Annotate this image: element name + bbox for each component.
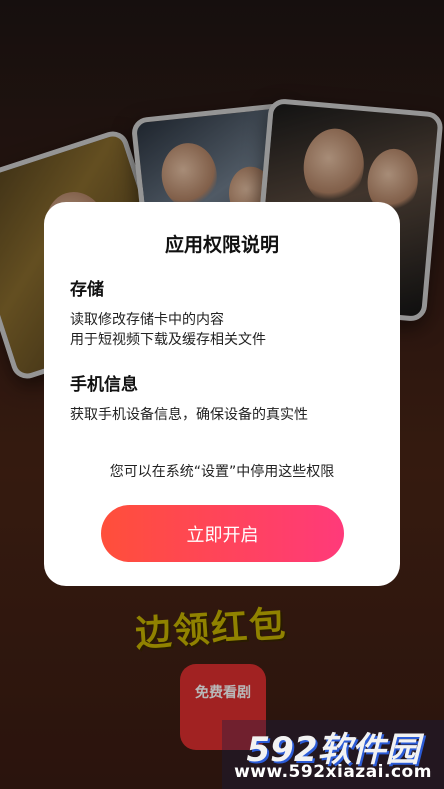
storage-desc-line: 读取修改存储卡中的内容	[70, 312, 224, 328]
permission-dialog: 应用权限说明 存储 读取修改存储卡中的内容 用于短视频下载及缓存相关文件 手机信…	[44, 202, 400, 586]
phone-info-section-desc: 获取手机设备信息，确保设备的真实性	[70, 405, 374, 425]
storage-section-desc: 读取修改存储卡中的内容 用于短视频下载及缓存相关文件	[70, 310, 374, 350]
storage-desc-line: 用于短视频下载及缓存相关文件	[70, 332, 266, 348]
site-watermark: 592软件园 www.592xiazai.com	[222, 720, 444, 789]
watermark-url: www.592xiazai.com	[234, 762, 432, 782]
phone-info-desc-line: 获取手机设备信息，确保设备的真实性	[70, 407, 308, 423]
storage-section-title: 存储	[70, 280, 104, 300]
dialog-title: 应用权限说明	[164, 234, 279, 256]
settings-hint-text: 您可以在系统“设置”中停用这些权限	[109, 464, 335, 480]
enable-now-button[interactable]: 立即开启	[101, 505, 344, 562]
phone-info-section-title: 手机信息	[70, 375, 138, 395]
